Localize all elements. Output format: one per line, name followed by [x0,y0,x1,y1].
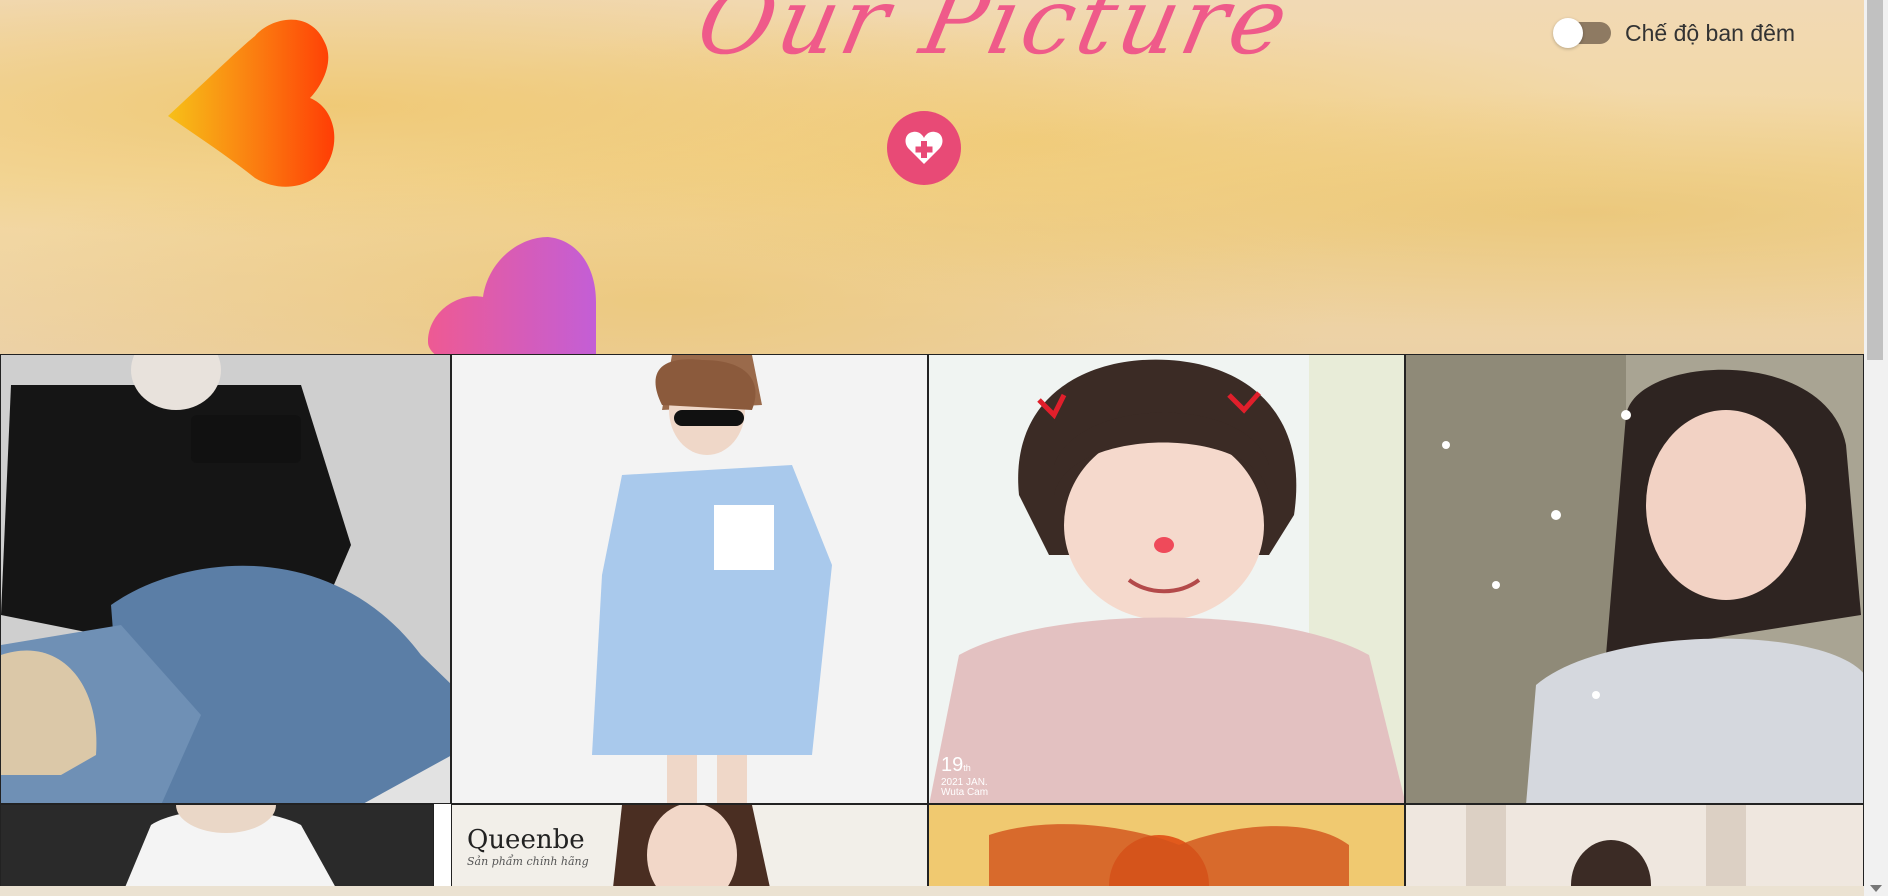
photo-gallery: 19th 2021 JAN. Wuta Cam Queenbe Sản phẩm… [0,354,1864,896]
stamp-day: 19 [941,754,964,776]
add-picture-button[interactable] [887,111,961,185]
toggle-knob [1553,18,1583,48]
girl-curtain-image [1406,805,1863,895]
stamp-brand: Wuta Cam [941,787,989,798]
photo-girl-sparkles[interactable] [1405,354,1864,804]
bottom-strip [0,886,1864,896]
photo-man-white-tshirt[interactable] [0,804,434,896]
heart-plus-icon [905,131,943,164]
man-white-tshirt-image [1,805,433,895]
queenbe-tagline: Sản phẩm chính hãng [467,855,589,868]
autumn-sunset-image [929,805,1404,895]
man-black-shirt-image [1,355,450,803]
queenbe-logo: Queenbe Sản phẩm chính hãng [467,825,589,868]
photo-girl-cat-filter[interactable]: 19th 2021 JAN. Wuta Cam [928,354,1405,804]
page-title: Our Picture [688,0,1301,75]
header-banner: Our Picture Chế độ ban đêm [0,0,1864,354]
woman-blue-dress-image [452,355,927,803]
scrollbar-thumb[interactable] [1867,0,1883,360]
photo-man-black-shirt-jeans[interactable] [0,354,451,804]
girl-cat-filter-image [929,355,1404,803]
orange-heart-decoration-icon [168,19,335,187]
pink-heart-decoration-icon [428,237,596,354]
photo-queenbe-model[interactable]: Queenbe Sản phẩm chính hãng [451,804,928,896]
dark-mode-control: Chế độ ban đêm [1553,16,1796,50]
photo-autumn-sunset[interactable] [928,804,1405,896]
queenbe-logo-text: Queenbe [467,825,585,855]
photo-date-stamp: 19th 2021 JAN. Wuta Cam [941,755,988,798]
photo-woman-blue-shirt-dress[interactable] [451,354,928,804]
stamp-suffix: th [963,763,971,773]
scroll-down-arrow-icon[interactable] [1870,885,1882,892]
photo-girl-curtain[interactable] [1405,804,1864,896]
dark-mode-label: Chế độ ban đêm [1625,19,1796,46]
girl-sparkles-image [1406,355,1863,803]
dark-mode-toggle[interactable] [1553,18,1611,48]
page-scrollbar[interactable] [1864,0,1888,896]
